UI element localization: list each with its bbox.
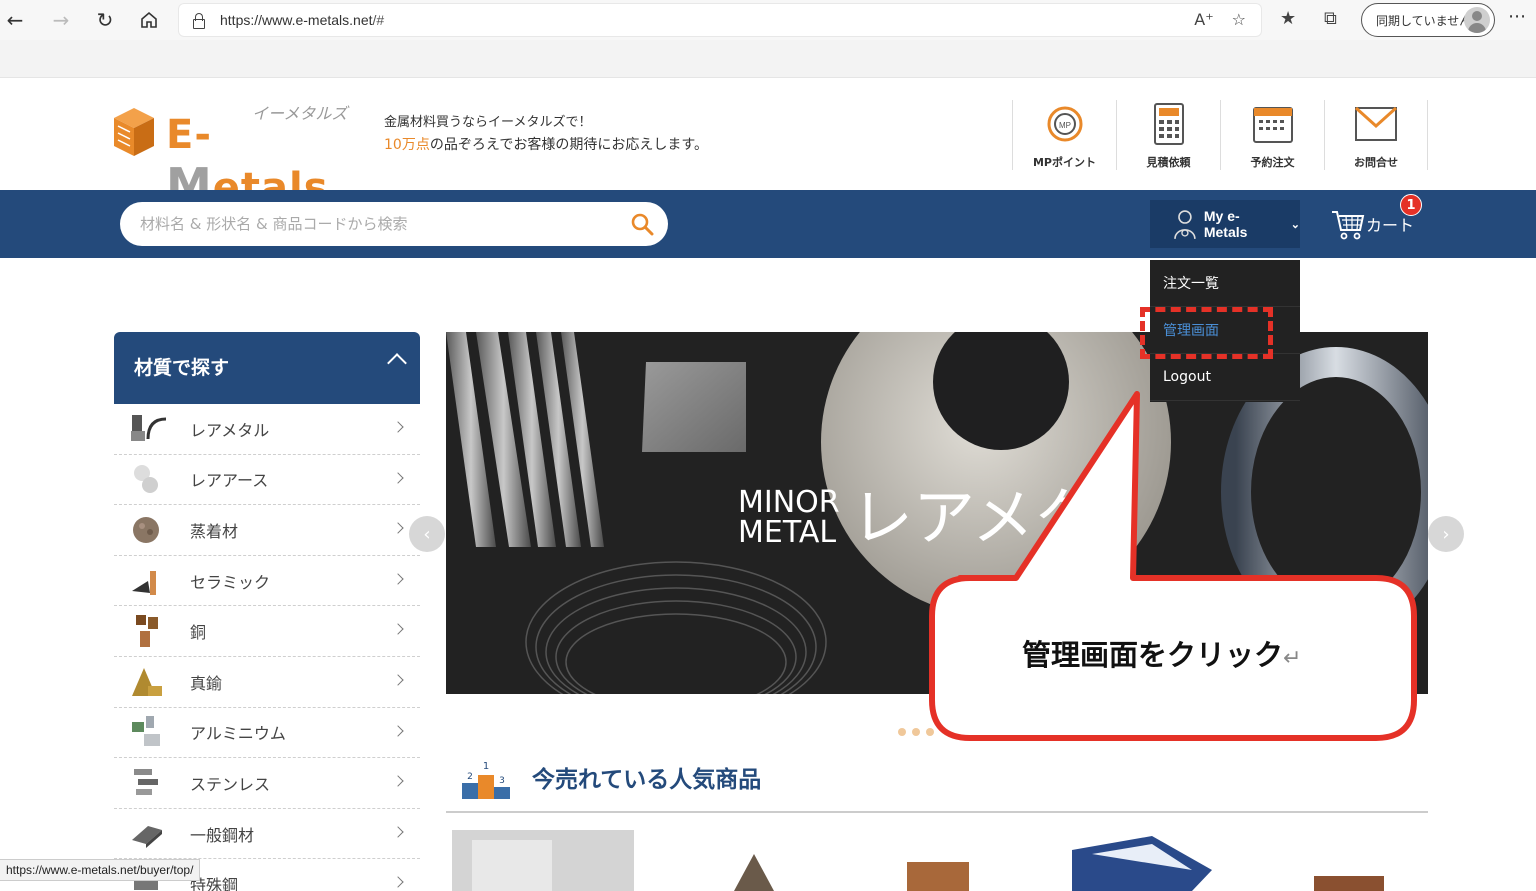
return-mark: ↵ <box>1283 646 1302 671</box>
status-url: https://www.e-metals.net/buyer/top/ <box>0 859 201 881</box>
callout-balloon <box>929 391 1417 741</box>
callout-text: 管理画面をクリック↵ <box>1022 632 1301 674</box>
callout-label: 管理画面をクリック <box>1022 638 1284 672</box>
